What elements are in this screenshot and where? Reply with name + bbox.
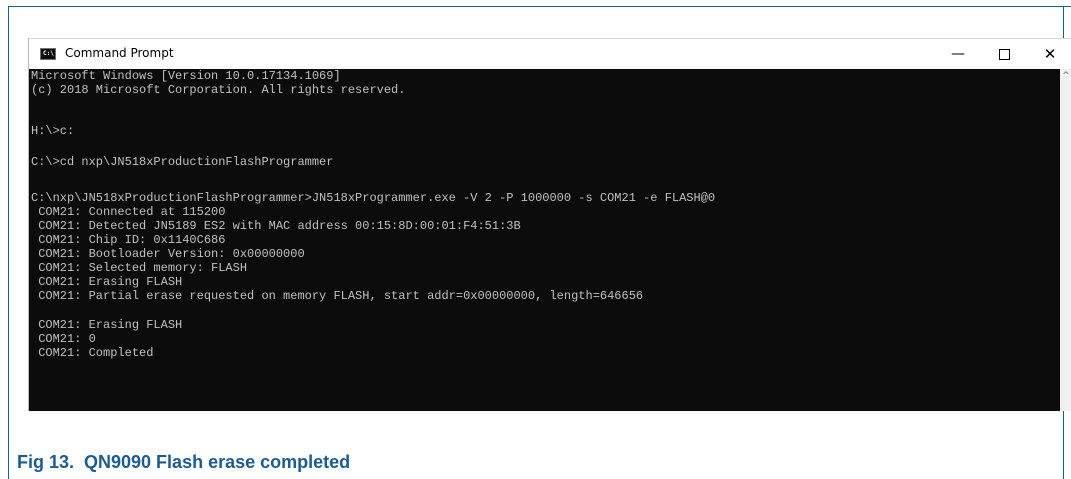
document-frame-left <box>8 6 9 479</box>
scroll-up-icon[interactable]: ^ <box>1060 69 1071 81</box>
title-bar[interactable]: C:\ Command Prompt — ✕ <box>29 39 1071 69</box>
minimize-button[interactable]: — <box>935 39 981 69</box>
maximize-icon <box>998 48 1010 60</box>
command-prompt-window: C:\ Command Prompt — ✕ Microsoft Windows… <box>28 38 1071 411</box>
console-line: Microsoft Windows [Version 10.0.17134.10… <box>31 69 341 83</box>
cmd-icon[interactable]: C:\ <box>40 48 56 60</box>
cmd-icon-text: C:\ <box>43 50 54 57</box>
console-line: COM21: Selected memory: FLASH <box>31 261 248 275</box>
console-line: COM21: Detected JN5189 ES2 with MAC addr… <box>31 219 521 233</box>
console-line: COM21: Bootloader Version: 0x00000000 <box>31 247 305 261</box>
console-line: COM21: Completed <box>31 346 154 360</box>
vertical-scrollbar[interactable]: ^ <box>1060 69 1071 411</box>
console-line: C:\nxp\JN518xProductionFlashProgrammer>J… <box>31 191 716 205</box>
console-line: C:\>cd nxp\JN518xProductionFlashProgramm… <box>31 155 334 169</box>
window-title: Command Prompt <box>65 46 174 60</box>
console-line: COM21: 0 <box>31 332 96 346</box>
console-line: COM21: Connected at 115200 <box>31 205 226 219</box>
console-line: COM21: Partial erase requested on memory… <box>31 289 644 303</box>
close-button[interactable]: ✕ <box>1027 39 1071 69</box>
console-line: COM21: Chip ID: 0x1140C686 <box>31 233 226 247</box>
figure-caption: Fig 13. QN9090 Flash erase completed <box>17 452 351 472</box>
console-line: COM21: Erasing FLASH <box>31 275 183 289</box>
console-line: (c) 2018 Microsoft Corporation. All righ… <box>31 83 406 97</box>
document-frame-top <box>8 6 1071 7</box>
maximize-button[interactable] <box>981 39 1027 69</box>
console-line: H:\>c: <box>31 124 75 138</box>
console-output[interactable]: Microsoft Windows [Version 10.0.17134.10… <box>29 69 1060 411</box>
console-line: COM21: Erasing FLASH <box>31 318 183 332</box>
